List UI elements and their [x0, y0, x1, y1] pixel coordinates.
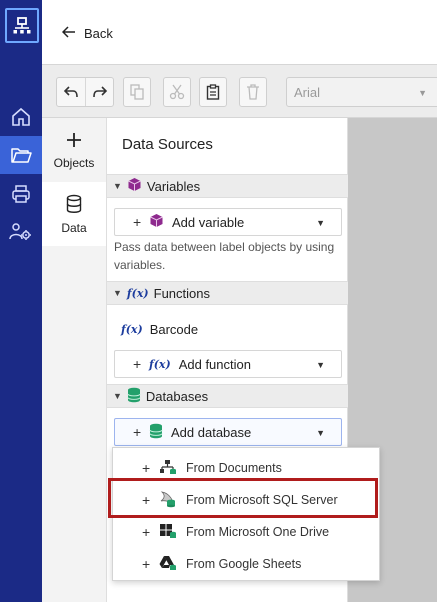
app-window: Back Arial ▼ Objects Data Data Sources ▼… — [0, 0, 437, 602]
cut-icon[interactable] — [163, 77, 191, 107]
chevron-down-icon: ▼ — [418, 88, 427, 98]
add-function-label: Add function — [178, 356, 251, 372]
section-databases-label: Databases — [145, 388, 209, 404]
font-family-value: Arial — [294, 85, 321, 100]
undo-redo-group — [56, 77, 114, 107]
variable-cube-icon — [149, 213, 164, 231]
plus-icon: + — [133, 424, 142, 440]
documents-tree-icon — [159, 459, 177, 478]
left-rail — [0, 0, 42, 602]
function-item-label: Barcode — [149, 322, 199, 337]
paste-icon[interactable] — [199, 77, 227, 107]
database-icon — [66, 194, 82, 217]
back-label: Back — [84, 25, 113, 41]
add-variable-button[interactable]: + Add variable ▼ — [114, 208, 342, 236]
dropdown-arrow-icon[interactable]: ▼ — [316, 360, 325, 370]
onedrive-icon — [159, 523, 177, 542]
add-function-button[interactable]: + f(x) Add function ▼ — [114, 350, 342, 378]
dropdown-arrow-icon[interactable]: ▼ — [316, 428, 325, 438]
function-fx-icon: f(x) — [121, 323, 143, 336]
menu-item-from-documents[interactable]: + From Documents — [113, 452, 379, 484]
add-database-label: Add database — [171, 424, 252, 440]
undo-icon[interactable] — [57, 78, 85, 106]
plus-icon: + — [142, 524, 151, 540]
arrow-left-icon — [61, 25, 76, 41]
menu-item-label: From Documents — [186, 461, 282, 475]
collapse-triangle-icon: ▼ — [113, 288, 122, 298]
app-logo-icon[interactable] — [5, 8, 39, 43]
add-database-menu: + From Documents + From Microsoft SQL Se… — [112, 447, 380, 581]
section-functions-label: Functions — [153, 285, 210, 301]
function-item-barcode[interactable]: f(x) Barcode — [121, 322, 198, 337]
back-link[interactable]: Back — [61, 24, 113, 42]
users-gear-icon[interactable] — [0, 213, 42, 251]
variable-cube-icon — [127, 177, 142, 195]
menu-item-label: From Google Sheets — [186, 557, 302, 571]
panel-title: Data Sources — [122, 136, 213, 153]
tab-objects-label: Objects — [53, 155, 95, 170]
section-databases-header[interactable]: ▼ Databases — [107, 384, 348, 408]
database-green-icon — [149, 423, 163, 442]
collapse-triangle-icon: ▼ — [113, 181, 122, 191]
collapse-triangle-icon: ▼ — [113, 391, 122, 401]
redo-icon[interactable] — [85, 78, 113, 106]
plus-icon: + — [142, 460, 151, 476]
section-functions-header[interactable]: ▼ f(x) Functions — [107, 281, 348, 305]
function-fx-icon: f(x) — [149, 357, 171, 371]
delete-icon[interactable] — [239, 77, 267, 107]
toolbar: Arial ▼ — [42, 64, 437, 118]
database-green-icon — [127, 387, 141, 406]
side-tabs: Objects Data — [42, 118, 106, 602]
section-variables-label: Variables — [146, 178, 201, 194]
variables-description: Pass data between label objects by using… — [114, 240, 335, 272]
folder-open-icon[interactable] — [0, 136, 42, 174]
menu-item-from-google-sheets[interactable]: + From Google Sheets — [113, 548, 379, 580]
tab-data-label: Data — [61, 220, 87, 235]
plus-icon: + — [133, 356, 142, 372]
tab-data[interactable]: Data — [42, 182, 106, 246]
section-variables-header[interactable]: ▼ Variables — [107, 174, 348, 198]
add-database-button[interactable]: + Add database ▼ — [114, 418, 342, 446]
plus-icon: + — [133, 214, 142, 230]
dropdown-arrow-icon[interactable]: ▼ — [316, 218, 325, 228]
plus-icon: + — [142, 556, 151, 572]
function-fx-icon: f(x) — [126, 286, 149, 300]
google-drive-icon — [159, 555, 177, 574]
add-variable-label: Add variable — [172, 214, 245, 230]
menu-item-from-onedrive[interactable]: + From Microsoft One Drive — [113, 516, 379, 548]
font-family-select[interactable]: Arial ▼ — [286, 77, 437, 107]
menu-item-label: From Microsoft SQL Server — [186, 493, 338, 507]
printer-icon[interactable] — [0, 175, 42, 213]
sql-server-icon — [159, 490, 177, 511]
plus-icon: + — [142, 492, 151, 508]
home-icon[interactable] — [0, 98, 42, 136]
menu-item-from-sql-server[interactable]: + From Microsoft SQL Server — [113, 484, 379, 516]
plus-icon — [65, 131, 83, 152]
copy-icon[interactable] — [123, 77, 151, 107]
tab-objects[interactable]: Objects — [42, 118, 106, 182]
menu-item-label: From Microsoft One Drive — [186, 525, 330, 539]
